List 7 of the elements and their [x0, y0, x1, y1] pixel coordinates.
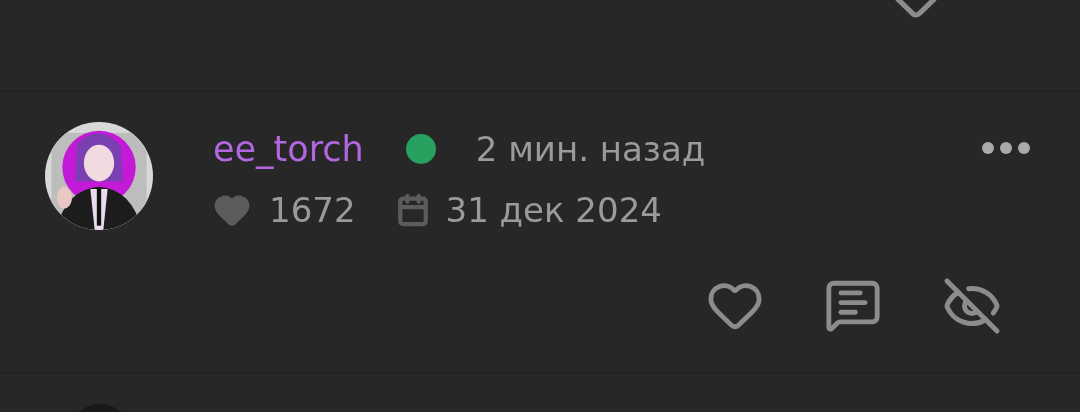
post-time: 2 мин. назад	[475, 132, 706, 166]
likes-count: 1672	[269, 193, 356, 227]
calendar-icon	[395, 193, 430, 227]
more-options-button[interactable]	[982, 142, 1030, 154]
hide-icon[interactable]	[942, 276, 1002, 336]
date: 31 дек 2024	[445, 193, 662, 227]
username[interactable]: ee_torch	[213, 131, 364, 167]
